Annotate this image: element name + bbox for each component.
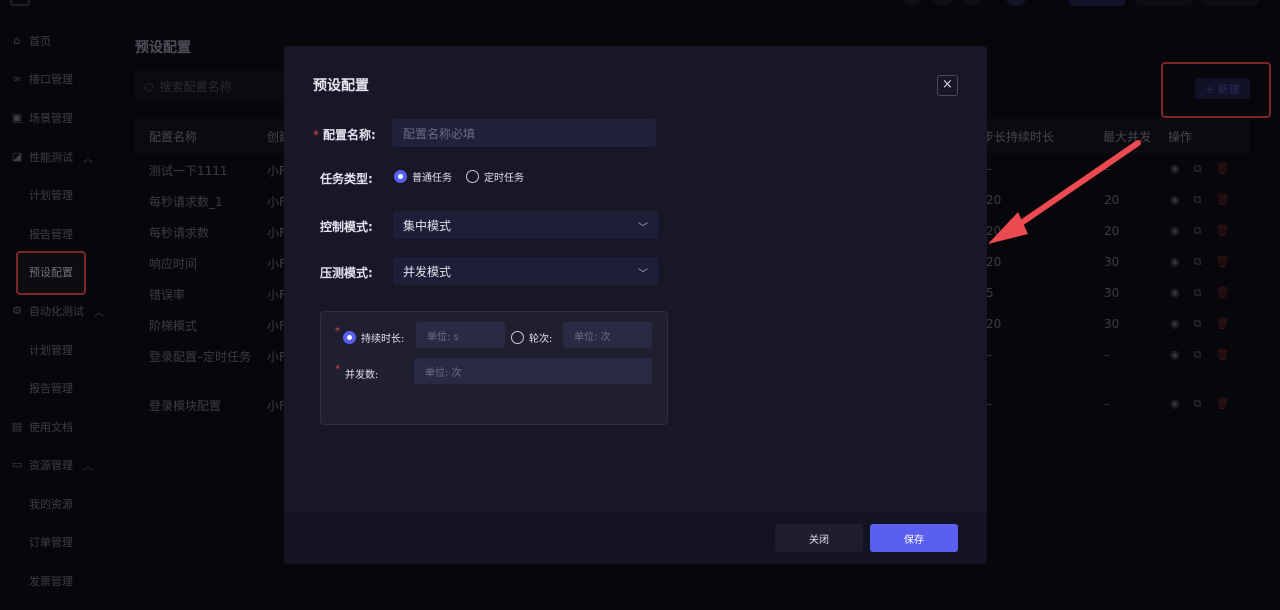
annotation-arrow (988, 140, 1141, 244)
